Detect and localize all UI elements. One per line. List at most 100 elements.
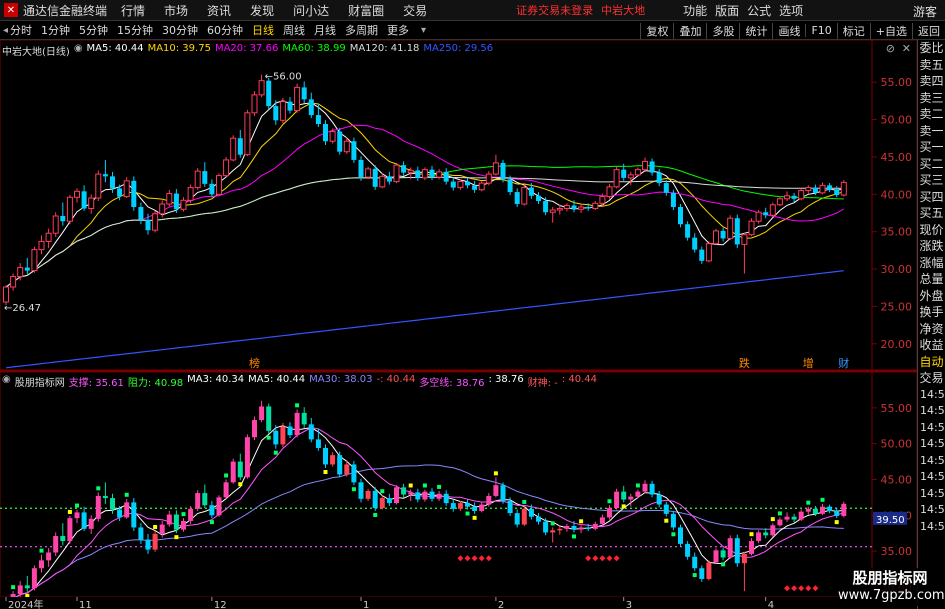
candle-body-down [734,218,740,245]
ind-candle-body [564,526,570,529]
menu-layout[interactable]: 版面 [715,2,739,19]
ind-candle-body [394,487,399,504]
menu-item-market[interactable]: 行情 [121,2,145,19]
period-monthly[interactable]: 月线 [314,22,336,38]
period-60min[interactable]: 60分钟 [207,22,243,38]
period-more[interactable]: 更多 [387,22,409,38]
candle-body-up [741,234,748,245]
menu-formula[interactable]: 公式 [747,2,771,19]
period-multi[interactable]: 多周期 [345,22,378,38]
period-5min[interactable]: 5分钟 [79,22,108,38]
chevron-left-icon[interactable]: ◂ [3,25,8,36]
close-chart-icon[interactable]: ✕ [902,42,911,55]
menu-options[interactable]: 选项 [779,2,803,19]
quote-side-panel: 委比 卖五 卖四 卖三 卖二 卖一 买一 买二 买三 买四 买五 现价 涨跌 涨幅 总量 外盘 换手 净资 收益 自… [917,40,945,609]
chevron-down-icon[interactable]: ▾ [421,25,426,36]
diamond-marker [592,555,599,562]
ind-candle-body [259,406,265,421]
menu-function[interactable]: 功能 [683,2,707,19]
candle-body-down [692,237,698,250]
menu-item-ask[interactable]: 问小达 [293,2,329,19]
zoom-icon[interactable]: ⊘ [886,42,895,55]
signal-marker [607,499,612,504]
menu-item-wealth[interactable]: 财富圈 [348,2,384,19]
candle-body-down [585,207,591,209]
y-tick-label: 30.00 [881,263,913,276]
ind-candle-body [386,498,392,504]
adjust-button[interactable]: 复权 [640,22,673,39]
side-quote-item: 买四 [919,189,944,204]
period-daily[interactable]: 日线 [252,22,274,38]
main-kline-chart[interactable]: 20.00 25.00 30.00 35.00 40.00 45.00 50.00 55.00… [0,39,918,371]
side-quote-item: 买二 [919,156,944,171]
period-15min[interactable]: 15分钟 [117,22,153,38]
date-tick-label: 12 [214,600,227,609]
candle-body-down [514,192,520,205]
ind-legend-title: 股朋指标网 [14,378,65,389]
period-1min[interactable]: 1分钟 [41,22,70,38]
indicator-legend: ◉ 股朋指标网 支撑: 35.61 阻力: 40.98 MA3: 40.34 M… [2,374,597,389]
period-weekly[interactable]: 周线 [283,22,305,38]
ind-candle-body [315,439,321,448]
candle-body-up [38,240,45,251]
side-trade-tab[interactable]: 交易 [918,370,945,387]
ind-candle-body [67,518,73,542]
overlay-button[interactable]: 叠加 [673,22,706,39]
login-status[interactable]: 证券交易未登录 [516,2,593,18]
add-watchlist-button[interactable]: +自选 [869,22,912,39]
back-button[interactable]: 返回 [912,22,945,39]
menu-item-trade[interactable]: 交易 [403,2,427,19]
ind-candle-body [17,585,23,594]
menu-item-discover[interactable]: 发现 [250,2,274,19]
signal-marker [39,548,44,553]
signal-marker [621,504,626,509]
mark-button[interactable]: 标记 [836,22,870,39]
ind-candle-body [628,496,634,500]
candle-body-up [187,187,194,201]
diamond-marker [805,585,812,592]
ind-candle-body [266,406,272,431]
candle-body-up [74,190,80,198]
side-quote-item: 现价 [919,222,944,237]
candle-body-down [415,170,421,178]
legend-ma120: MA120: 41.18 [349,43,420,54]
candle-body-up [599,196,606,204]
candle-body-up [784,195,790,200]
ind-candle-body [372,490,378,509]
ind-legend-dropdown-icon[interactable]: ◉ [2,374,11,389]
candle-body-down [287,101,293,111]
side-quote-item: 卖三 [919,90,944,105]
menu-item-exchange[interactable]: 市场 [164,2,188,19]
signal-marker [671,532,676,537]
menu-item-news[interactable]: 资讯 [207,2,231,19]
candle-body-down [266,80,272,107]
candle-body-up [294,86,301,112]
ind-candle-body [74,512,80,519]
multi-stock-button[interactable]: 多股 [706,22,739,39]
ind-candle-body [706,562,712,579]
signal-marker [692,573,697,578]
ind-candle-body [720,550,726,558]
ind-candle-body [450,503,456,509]
legend-dropdown-icon[interactable]: ◉ [74,43,83,58]
candle-body-down [131,180,137,208]
period-30min[interactable]: 30分钟 [162,22,198,38]
draw-line-button[interactable]: 画线 [772,22,805,39]
f10-button[interactable]: F10 [805,24,836,37]
indicator-chart[interactable]: 30.0035.0040.0045.0050.0055.0039.50 ◉ 股朋… [0,371,918,609]
period-tick[interactable]: 分时 [10,22,32,38]
candle-body-up [365,168,372,178]
signal-marker [174,535,179,540]
candle-body-up [223,159,230,177]
guest-label[interactable]: 游客 [913,3,937,20]
diamond-marker [471,555,478,562]
indicator-svg[interactable]: 30.0035.0040.0045.0050.0055.0039.50 [0,371,918,609]
side-trade-time: 14:56 [920,453,945,467]
candle-body-up [485,173,492,184]
candle-body-up [819,184,826,194]
stats-button[interactable]: 统计 [739,22,772,39]
side-auto-tab[interactable]: 自动 [918,354,945,371]
candle-body-up [88,197,95,210]
kline-svg[interactable]: 20.00 25.00 30.00 35.00 40.00 45.00 50.00 55.00… [0,39,918,371]
ind-candle-body [536,516,541,522]
